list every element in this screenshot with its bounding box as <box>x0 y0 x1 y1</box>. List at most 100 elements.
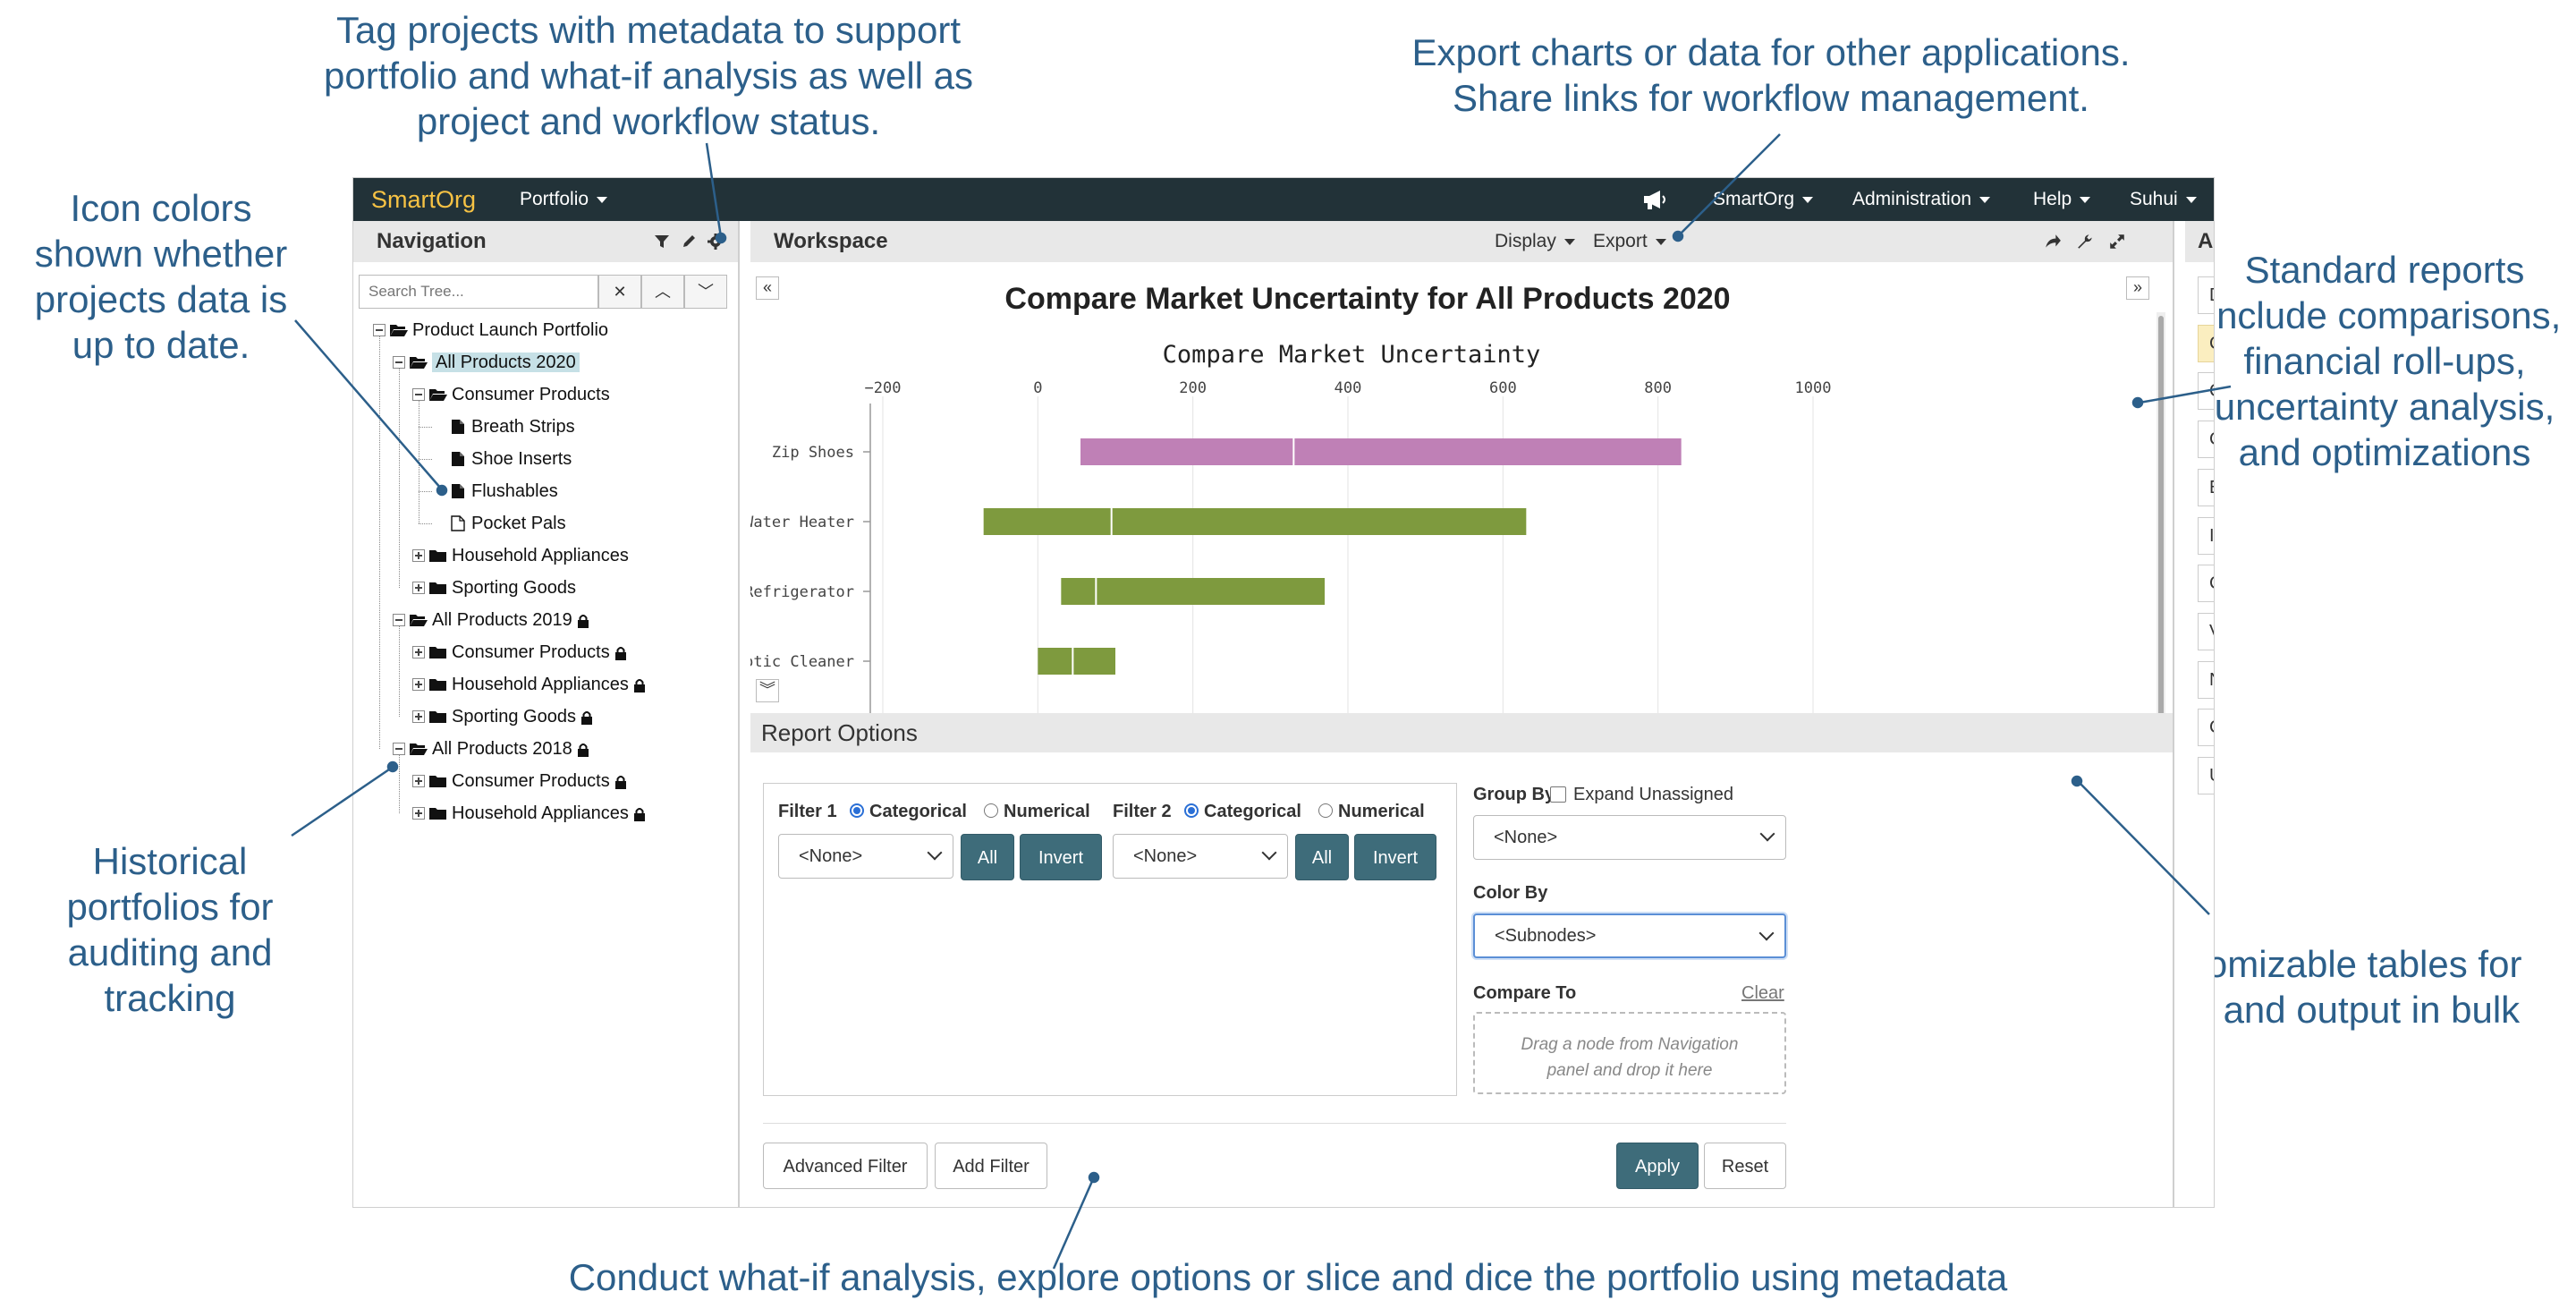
tree-node[interactable]: Household Appliances <box>353 540 729 571</box>
action-item[interactable]: Value Profile <box>2198 612 2214 650</box>
filter1-select[interactable]: <None> <box>778 834 953 879</box>
filter1-numerical-radio[interactable] <box>984 803 998 818</box>
action-item[interactable]: Compare Value <box>2198 372 2214 411</box>
tree-node[interactable]: Household Appliances <box>353 798 729 828</box>
tree-node[interactable]: Flushables <box>353 476 729 506</box>
callout-tag-projects: Tag projects with metadata to support po… <box>304 7 993 144</box>
collapse-toggle-icon[interactable] <box>412 388 425 401</box>
color-by-select[interactable]: <Subnodes> <box>1473 913 1786 958</box>
action-item[interactable]: CFO Chart <box>2198 565 2214 603</box>
tree-node[interactable]: Consumer Products <box>353 379 729 410</box>
tree-node[interactable]: All Products 2018 <box>353 734 729 764</box>
search-tree-input[interactable] <box>359 275 598 309</box>
callout-whatif: Conduct what-if analysis, explore option… <box>501 1254 2075 1300</box>
x-tick-label: 600 <box>1489 379 1517 397</box>
user-menu[interactable]: Suhui <box>2130 178 2197 221</box>
lock-icon <box>614 775 626 789</box>
expand-toggle-icon[interactable] <box>412 775 425 787</box>
administration-menu[interactable]: Administration <box>1852 178 1991 221</box>
clear-search-button[interactable]: ✕ <box>598 275 641 309</box>
callout-standard-reports: Standard reports include comparisons, fi… <box>2206 247 2563 475</box>
action-item[interactable]: Common Data <box>2198 709 2214 747</box>
collapse-toggle-icon[interactable] <box>393 743 405 755</box>
clear-compare-link[interactable]: Clear <box>1741 983 1784 1004</box>
expand-toggle-icon[interactable] <box>412 582 425 594</box>
action-item[interactable]: Compare Dev Uncertainty <box>2198 421 2214 459</box>
close-icon: ✕ <box>613 283 627 301</box>
tree-node[interactable]: All Products 2019 <box>353 605 729 635</box>
action-item[interactable]: Description <box>2198 276 2214 314</box>
filter2-categorical-radio[interactable] <box>1184 803 1199 818</box>
collapse-toggle-icon[interactable] <box>393 614 405 626</box>
tree-node-text: Household Appliances <box>452 798 646 828</box>
tree-node[interactable]: Shoe Inserts <box>353 444 729 474</box>
tree-node[interactable]: All Products 2020 <box>353 347 729 378</box>
action-item[interactable]: Innovation Screen <box>2198 516 2214 555</box>
expand-toggle-icon[interactable] <box>412 646 425 658</box>
action-item[interactable]: NPV Full Distribution <box>2198 660 2214 699</box>
expand-toggle-icon[interactable] <box>412 710 425 723</box>
gear-icon[interactable] <box>708 234 724 250</box>
filter1-select-value: <None> <box>799 846 863 866</box>
tree-node[interactable]: Pocket Pals <box>353 508 729 539</box>
filter1-invert-button[interactable]: Invert <box>1020 834 1102 880</box>
tree-node[interactable]: Sporting Goods <box>353 573 729 603</box>
collapse-down-button[interactable]: ︾ <box>756 679 779 702</box>
filter1-categorical-radio[interactable] <box>850 803 864 818</box>
filter2-numerical-radio[interactable] <box>1318 803 1333 818</box>
action-item[interactable]: Compare Market Uncertainty <box>2198 324 2214 362</box>
chart-scrollbar-thumb[interactable] <box>2158 316 2164 713</box>
collapse-toggle-icon[interactable] <box>373 324 386 336</box>
group-by-select[interactable]: <None> <box>1473 815 1786 860</box>
collapse-toggle-icon[interactable] <box>393 356 405 369</box>
expand-icon[interactable] <box>2108 233 2126 251</box>
wrench-icon[interactable] <box>2076 233 2094 251</box>
expand-unassigned-checkbox[interactable] <box>1550 786 1566 803</box>
filter2-all-button[interactable]: All <box>1295 834 1349 880</box>
apply-button[interactable]: Apply <box>1616 1143 1699 1189</box>
action-item[interactable]: Universal Table <box>2198 757 2214 794</box>
tree-node[interactable]: Consumer Products <box>353 637 729 667</box>
callout-line: Standard reports <box>2244 249 2525 291</box>
filter2-invert-button[interactable]: Invert <box>1354 834 1436 880</box>
expand-toggle-icon[interactable] <box>412 549 425 562</box>
tree-node[interactable]: Household Appliances <box>353 669 729 700</box>
export-menu-label: Export <box>1593 231 1648 251</box>
filter-icon[interactable] <box>654 234 670 250</box>
expand-toggle-icon[interactable] <box>412 678 425 691</box>
smartorg-menu[interactable]: SmartOrg <box>1713 178 1814 221</box>
compare-to-dropzone[interactable]: Drag a node from Navigation panel and dr… <box>1473 1012 1786 1094</box>
search-down-button[interactable]: ﹀ <box>684 275 727 309</box>
tree-node-label: Household Appliances <box>452 675 629 694</box>
display-menu[interactable]: Display <box>1495 221 1575 262</box>
tree-node-text: All Products 2018 <box>432 734 589 764</box>
filter2-categorical-label: Categorical <box>1204 802 1301 821</box>
tree-node[interactable]: Product Launch Portfolio <box>353 315 729 345</box>
action-item[interactable]: Expected P&L <box>2198 468 2214 506</box>
filter1-all-button[interactable]: All <box>961 834 1014 880</box>
brand-logo[interactable]: SmartOrg <box>371 178 476 221</box>
tree-node[interactable]: Breath Strips <box>353 412 729 442</box>
help-menu[interactable]: Help <box>2033 178 2091 221</box>
folder-icon <box>429 679 446 691</box>
tree-node[interactable]: Consumer Products <box>353 766 729 796</box>
share-icon[interactable] <box>2044 233 2062 251</box>
collapse-right-button[interactable]: » <box>2126 276 2149 300</box>
collapse-left-button[interactable]: « <box>756 276 779 300</box>
tree-node-text: Sporting Goods <box>452 701 593 732</box>
advanced-filter-button[interactable]: Advanced Filter <box>763 1143 928 1189</box>
tree-node[interactable]: Sporting Goods <box>353 701 729 732</box>
portfolio-menu[interactable]: Portfolio <box>520 178 608 221</box>
tree-node-label: Household Appliances <box>452 803 629 823</box>
announcement-button[interactable] <box>1642 178 1667 221</box>
callout-line: uncertainty analysis, <box>2214 386 2555 428</box>
export-menu[interactable]: Export <box>1593 221 1666 262</box>
filter2-select[interactable]: <None> <box>1113 834 1288 879</box>
y-tick-label: Robotic Cleaner <box>750 653 854 671</box>
filter1-categorical-label: Categorical <box>869 802 967 821</box>
add-filter-button[interactable]: Add Filter <box>935 1143 1047 1189</box>
expand-toggle-icon[interactable] <box>412 807 425 820</box>
pencil-icon[interactable] <box>681 234 697 250</box>
reset-button[interactable]: Reset <box>1704 1143 1786 1189</box>
search-up-button[interactable]: ︿ <box>641 275 684 309</box>
